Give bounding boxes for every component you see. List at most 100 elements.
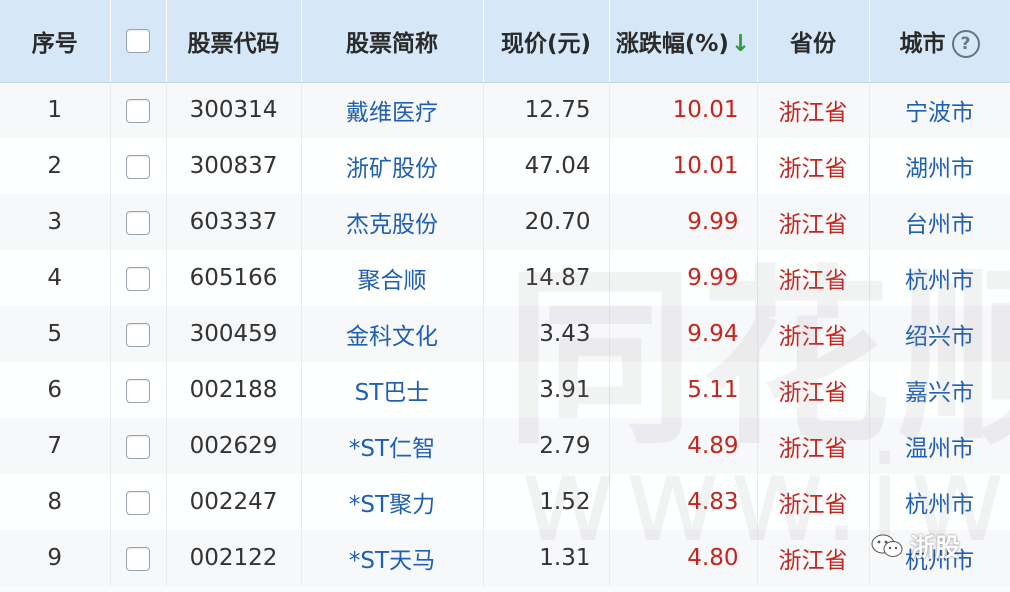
- stock-name-link[interactable]: 戴维医疗: [301, 82, 484, 138]
- source-badge: 浙股: [870, 528, 960, 564]
- header-price[interactable]: 现价(元): [483, 0, 610, 83]
- stock-price: 3.43: [483, 306, 610, 362]
- stock-change: 9.99: [609, 194, 758, 250]
- table-body: 1 300314 戴维医疗 12.75 10.01 浙江省 宁波市 2 3008…: [0, 82, 1010, 586]
- stock-price: 1.52: [483, 474, 610, 530]
- stock-table: 序号 股票代码 股票简称 现价(元) 涨跌幅(%)↓ 省份 城市? 1 3003…: [0, 0, 1010, 586]
- stock-price: 3.91: [483, 362, 610, 418]
- row-index: 5: [0, 306, 111, 362]
- stock-change: 4.80: [609, 530, 758, 586]
- stock-province: 浙江省: [757, 138, 870, 194]
- row-checkbox[interactable]: [126, 546, 150, 571]
- row-checkbox[interactable]: [126, 490, 150, 515]
- stock-change: 10.01: [609, 138, 758, 194]
- stock-code: 002629: [166, 418, 302, 474]
- table-row[interactable]: 3 603337 杰克股份 20.70 9.99 浙江省 台州市: [0, 194, 1010, 250]
- row-index: 7: [0, 418, 111, 474]
- source-badge-text: 浙股: [910, 533, 961, 562]
- row-checkbox[interactable]: [126, 210, 150, 235]
- stock-price: 2.79: [483, 418, 610, 474]
- row-index: 9: [0, 530, 111, 586]
- stock-province: 浙江省: [757, 362, 870, 418]
- stock-name-link[interactable]: 杰克股份: [301, 194, 484, 250]
- stock-change: 4.83: [609, 474, 758, 530]
- stock-name-link[interactable]: 金科文化: [301, 306, 484, 362]
- row-index: 3: [0, 194, 111, 250]
- stock-city-link[interactable]: 温州市: [869, 418, 1010, 474]
- stock-change: 9.99: [609, 250, 758, 306]
- stock-price: 1.31: [483, 530, 610, 586]
- help-icon[interactable]: ?: [951, 30, 980, 58]
- sort-desc-icon[interactable]: ↓: [731, 31, 750, 57]
- stock-province: 浙江省: [757, 250, 870, 306]
- header-name[interactable]: 股票简称: [301, 0, 484, 83]
- header-change-label: 涨跌幅(%): [615, 30, 729, 57]
- stock-code: 603337: [166, 194, 302, 250]
- stock-name-link[interactable]: ST巴士: [301, 362, 484, 418]
- header-select-all[interactable]: [110, 0, 167, 83]
- stock-name-link[interactable]: 浙矿股份: [301, 138, 484, 194]
- table-row[interactable]: 4 605166 聚合顺 14.87 9.99 浙江省 杭州市: [0, 250, 1010, 306]
- table-row[interactable]: 5 300459 金科文化 3.43 9.94 浙江省 绍兴市: [0, 306, 1010, 362]
- stock-code: 002122: [166, 530, 302, 586]
- stock-city-link[interactable]: 台州市: [869, 194, 1010, 250]
- stock-city-link[interactable]: 湖州市: [869, 138, 1010, 194]
- row-index: 2: [0, 138, 111, 194]
- stock-name-link[interactable]: *ST聚力: [301, 474, 484, 530]
- table-row[interactable]: 7 002629 *ST仁智 2.79 4.89 浙江省 温州市: [0, 418, 1010, 474]
- stock-change: 9.94: [609, 306, 758, 362]
- stock-table-view: 同花顺 www.iwe 序号 股票代码 股票简称 现价(元) 涨跌幅(%: [0, 0, 1010, 592]
- stock-price: 14.87: [483, 250, 610, 306]
- stock-price: 20.70: [483, 194, 610, 250]
- row-checkbox[interactable]: [126, 378, 150, 403]
- table-row[interactable]: 6 002188 ST巴士 3.91 5.11 浙江省 嘉兴市: [0, 362, 1010, 418]
- stock-name-link[interactable]: 聚合顺: [301, 250, 484, 306]
- header-change[interactable]: 涨跌幅(%)↓: [609, 0, 758, 83]
- table-row[interactable]: 1 300314 戴维医疗 12.75 10.01 浙江省 宁波市: [0, 82, 1010, 138]
- stock-city-link[interactable]: 杭州市: [869, 250, 1010, 306]
- stock-city-link[interactable]: 宁波市: [869, 82, 1010, 138]
- stock-code: 605166: [166, 250, 302, 306]
- header-city[interactable]: 城市?: [869, 0, 1010, 83]
- stock-province: 浙江省: [757, 194, 870, 250]
- stock-name-link[interactable]: *ST天马: [301, 530, 484, 586]
- wechat-icon: [871, 534, 903, 557]
- row-checkbox[interactable]: [126, 434, 150, 459]
- header-index[interactable]: 序号: [0, 0, 111, 83]
- stock-change: 4.89: [609, 418, 758, 474]
- stock-province: 浙江省: [757, 306, 870, 362]
- stock-city-link[interactable]: 杭州市: [869, 474, 1010, 530]
- stock-province: 浙江省: [757, 474, 870, 530]
- row-index: 1: [0, 82, 111, 138]
- row-checkbox[interactable]: [126, 266, 150, 291]
- stock-province: 浙江省: [757, 418, 870, 474]
- select-all-checkbox[interactable]: [126, 29, 150, 54]
- table-header: 序号 股票代码 股票简称 现价(元) 涨跌幅(%)↓ 省份 城市?: [0, 0, 1010, 83]
- stock-price: 12.75: [483, 82, 610, 138]
- stock-code: 002188: [166, 362, 302, 418]
- row-index: 4: [0, 250, 111, 306]
- row-checkbox[interactable]: [126, 98, 150, 123]
- stock-change: 10.01: [609, 82, 758, 138]
- row-index: 8: [0, 474, 111, 530]
- stock-change: 5.11: [609, 362, 758, 418]
- row-checkbox[interactable]: [126, 154, 150, 179]
- stock-city-link[interactable]: 嘉兴市: [869, 362, 1010, 418]
- row-index: 6: [0, 362, 111, 418]
- table-row[interactable]: 8 002247 *ST聚力 1.52 4.83 浙江省 杭州市: [0, 474, 1010, 530]
- stock-code: 002247: [166, 474, 302, 530]
- header-code[interactable]: 股票代码: [166, 0, 302, 83]
- stock-code: 300459: [166, 306, 302, 362]
- stock-code: 300314: [166, 82, 302, 138]
- header-city-label: 城市: [899, 30, 946, 57]
- stock-city-link[interactable]: 绍兴市: [869, 306, 1010, 362]
- stock-code: 300837: [166, 138, 302, 194]
- stock-province: 浙江省: [757, 82, 870, 138]
- header-province[interactable]: 省份: [757, 0, 870, 83]
- stock-price: 47.04: [483, 138, 610, 194]
- stock-name-link[interactable]: *ST仁智: [301, 418, 484, 474]
- row-checkbox[interactable]: [126, 322, 150, 347]
- stock-province: 浙江省: [757, 530, 870, 586]
- table-row[interactable]: 9 002122 *ST天马 1.31 4.80 浙江省 杭州市: [0, 530, 1010, 586]
- table-row[interactable]: 2 300837 浙矿股份 47.04 10.01 浙江省 湖州市: [0, 138, 1010, 194]
